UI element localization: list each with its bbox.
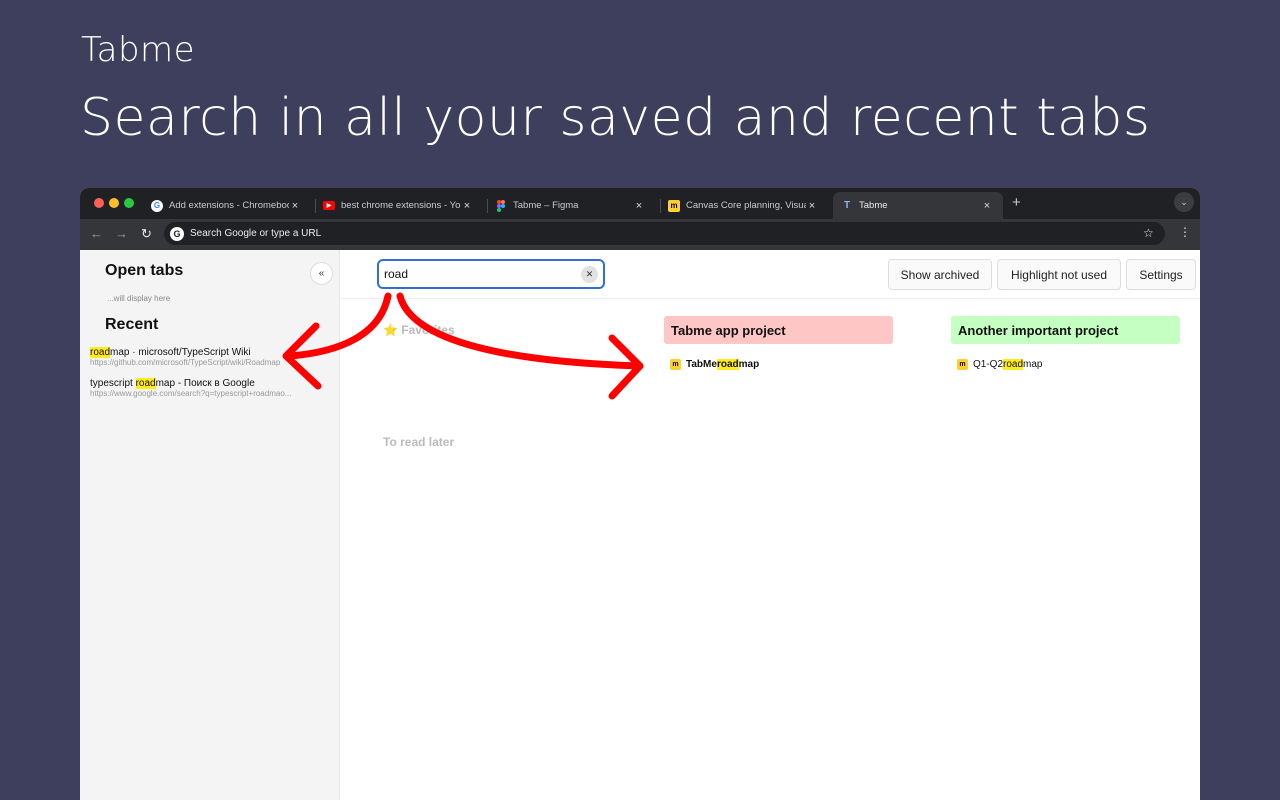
browser-toolbar: ← → ↻ G Search Google or type a URL ☆ ⋮ xyxy=(80,219,1200,250)
settings-button[interactable]: Settings xyxy=(1126,259,1196,290)
reload-icon[interactable]: ↻ xyxy=(141,226,152,242)
more-menu-icon[interactable]: ⋮ xyxy=(1179,225,1191,239)
folder-item[interactable]: m TabMe road map xyxy=(670,359,759,370)
highlight-not-used-button[interactable]: Highlight not used xyxy=(997,259,1121,290)
search-highlight: road xyxy=(90,347,111,358)
recent-heading: Recent xyxy=(105,316,159,333)
tabme-app: Open tabs « ...will display here Recent … xyxy=(80,250,1200,800)
open-tabs-placeholder: ...will display here xyxy=(107,294,171,303)
forward-icon[interactable]: → xyxy=(115,226,128,241)
search-highlight: road xyxy=(1003,359,1024,370)
close-tab-icon[interactable]: × xyxy=(633,200,645,212)
miro-icon: m xyxy=(670,359,681,370)
close-tab-icon[interactable]: × xyxy=(981,200,993,212)
folder-header[interactable]: Tabme app project xyxy=(664,316,893,344)
top-bar: road ✕ Show archived Highlight not used … xyxy=(341,250,1200,299)
folder-item[interactable]: m Q1-Q2 road map xyxy=(957,359,1042,370)
tab-title: Tabme xyxy=(859,200,888,211)
title-text: map - Поиск в Google xyxy=(155,378,255,389)
google-icon: G xyxy=(170,226,184,241)
minimize-window-button[interactable] xyxy=(109,198,119,208)
youtube-icon: ▶ xyxy=(323,201,335,210)
item-text: map xyxy=(1023,359,1043,370)
favorites-heading: ⭐ Favorites xyxy=(383,323,455,337)
recent-item-url: https://www.google.com/search?q=typescri… xyxy=(90,389,292,398)
close-tab-icon[interactable]: × xyxy=(461,200,473,212)
close-tab-icon[interactable]: × xyxy=(806,200,818,212)
recent-item-title: typescript roadmap - Поиск в Google xyxy=(90,378,330,389)
recent-item-title: roadmap · microsoft/TypeScript Wiki xyxy=(90,347,330,358)
search-input[interactable]: road ✕ xyxy=(377,259,605,289)
figma-icon xyxy=(495,199,507,212)
recent-item[interactable]: typescript roadmap - Поиск в Google http… xyxy=(90,378,330,398)
promo-headline: Search in all your saved and recent tabs xyxy=(80,88,1151,148)
back-icon[interactable]: ← xyxy=(90,226,103,241)
browser-tab[interactable]: m Canvas Core planning, Visual × xyxy=(660,192,828,219)
title-text: map · microsoft/TypeScript Wiki xyxy=(110,347,251,358)
search-highlight: road xyxy=(716,359,739,370)
title-text: typescript xyxy=(90,378,136,389)
show-archived-button[interactable]: Show archived xyxy=(888,259,992,290)
browser-tab-active[interactable]: T Tabme × xyxy=(833,192,1003,219)
search-highlight: road xyxy=(135,378,156,389)
maximize-window-button[interactable] xyxy=(124,198,134,208)
google-icon: G xyxy=(151,199,163,212)
miro-icon: m xyxy=(957,359,968,370)
close-window-button[interactable] xyxy=(94,198,104,208)
open-tabs-heading: Open tabs xyxy=(105,262,184,279)
browser-tab[interactable]: G Add extensions - Chromebook × xyxy=(143,192,311,219)
browser-window: G Add extensions - Chromebook × ▶ best c… xyxy=(80,188,1200,800)
tab-title: best chrome extensions - YouTube xyxy=(341,200,461,211)
item-text: map xyxy=(738,359,760,370)
collapse-sidebar-button[interactable]: « xyxy=(310,262,333,285)
search-input-value: road xyxy=(384,267,409,281)
item-text: TabMe xyxy=(686,359,717,370)
close-tab-icon[interactable]: × xyxy=(289,200,301,212)
miro-icon: m xyxy=(668,199,680,212)
main-panel: road ✕ Show archived Highlight not used … xyxy=(341,250,1200,800)
tab-title: Add extensions - Chromebook xyxy=(169,200,289,211)
to-read-later-heading: To read later xyxy=(383,435,455,449)
promo-brand: Tabme xyxy=(81,30,196,70)
tab-title: Tabme – Figma xyxy=(513,200,579,211)
tab-title: Canvas Core planning, Visual xyxy=(686,200,806,211)
address-bar[interactable]: G Search Google or type a URL xyxy=(164,222,1165,245)
recent-item-url: https://github.com/microsoft/TypeScript/… xyxy=(90,358,281,367)
tab-search-icon[interactable]: ⌄ xyxy=(1174,192,1194,212)
recent-item[interactable]: roadmap · microsoft/TypeScript Wiki http… xyxy=(90,347,330,367)
address-bar-placeholder: Search Google or type a URL xyxy=(190,228,322,239)
browser-tab[interactable]: Tabme – Figma × xyxy=(487,192,655,219)
browser-tab[interactable]: ▶ best chrome extensions - YouTube × xyxy=(315,192,483,219)
folder-header[interactable]: Another important project xyxy=(951,316,1180,344)
clear-search-icon[interactable]: ✕ xyxy=(581,266,598,283)
tab-strip: G Add extensions - Chromebook × ▶ best c… xyxy=(80,188,1200,219)
new-tab-button[interactable]: + xyxy=(1012,194,1021,211)
bookmark-star-icon[interactable]: ☆ xyxy=(1143,226,1154,240)
item-text: Q1-Q2 xyxy=(973,359,1004,370)
tabme-icon: T xyxy=(843,200,851,211)
sidebar: Open tabs « ...will display here Recent … xyxy=(80,250,340,800)
